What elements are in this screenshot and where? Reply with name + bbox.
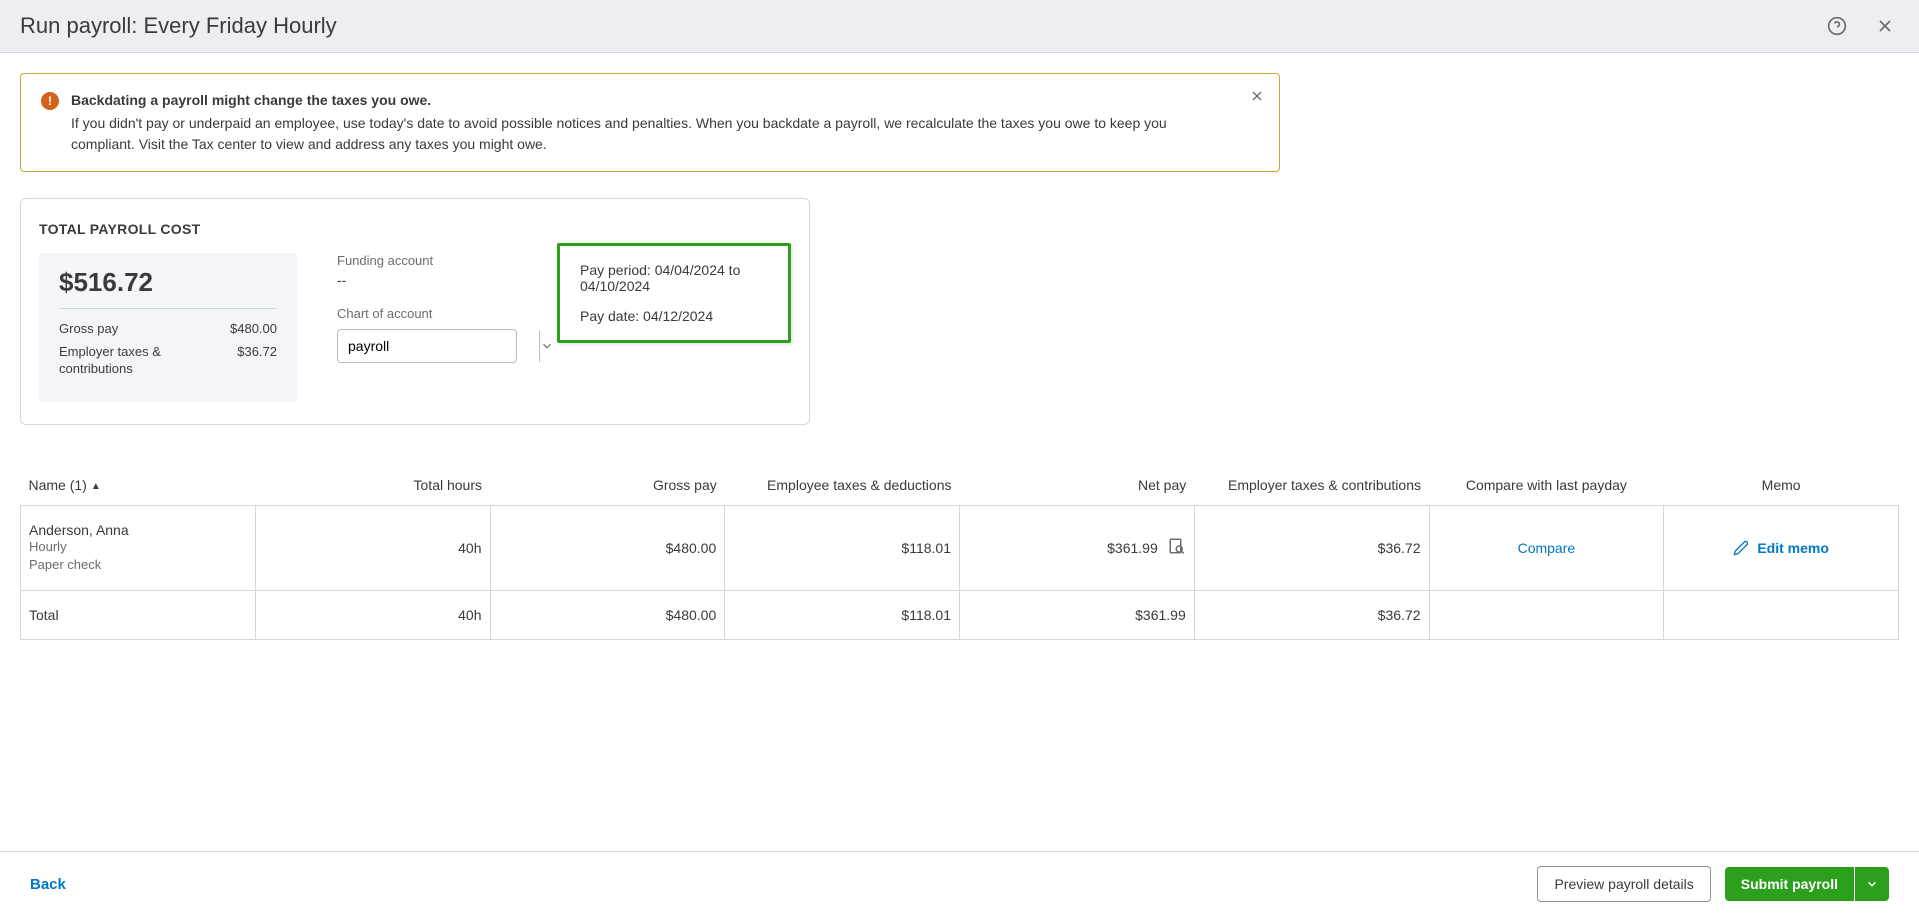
main-content: ! Backdating a payroll might change the … <box>0 53 1919 660</box>
pay-date-label: Pay date: <box>580 308 643 324</box>
close-button[interactable] <box>1871 12 1899 40</box>
header-actions <box>1823 12 1899 40</box>
chevron-down-icon[interactable] <box>539 330 554 362</box>
payroll-table: Name (1)▲ Total hours Gross pay Employee… <box>20 465 1899 640</box>
col-memo[interactable]: Memo <box>1664 465 1899 506</box>
submit-dropdown-button[interactable] <box>1854 867 1889 901</box>
close-icon <box>1249 88 1265 104</box>
footer: Back Preview payroll details Submit payr… <box>0 851 1919 916</box>
col-employer-taxes[interactable]: Employer taxes & contributions <box>1194 465 1429 506</box>
cell-net-pay: $361.99 <box>960 505 1195 590</box>
help-button[interactable] <box>1823 12 1851 40</box>
alert-icon: ! <box>41 92 59 110</box>
pencil-icon <box>1733 540 1749 556</box>
alert-title: Backdating a payroll might change the ta… <box>71 90 1229 111</box>
payroll-table-container: Name (1)▲ Total hours Gross pay Employee… <box>20 465 1899 640</box>
funding-account-value: -- <box>337 272 517 288</box>
chart-of-account-input[interactable] <box>338 338 539 354</box>
chevron-down-icon <box>1865 877 1879 891</box>
sort-asc-icon: ▲ <box>91 481 101 492</box>
compare-link[interactable]: Compare <box>1438 540 1656 556</box>
col-net-pay[interactable]: Net pay <box>960 465 1195 506</box>
view-details-icon[interactable] <box>1168 537 1186 558</box>
pay-period-label: Pay period: <box>580 262 655 278</box>
back-link[interactable]: Back <box>30 876 66 893</box>
cell-emp-taxes: $118.01 <box>725 505 960 590</box>
col-gross-pay[interactable]: Gross pay <box>490 465 725 506</box>
edit-memo-button[interactable]: Edit memo <box>1672 540 1890 556</box>
chart-of-account-label: Chart of account <box>337 306 517 321</box>
pay-date-value: 04/12/2024 <box>643 308 713 324</box>
col-compare[interactable]: Compare with last payday <box>1429 465 1664 506</box>
backdating-alert: ! Backdating a payroll might change the … <box>20 73 1280 172</box>
pay-period-highlight: Pay period: 04/04/2024 to 04/10/2024 Pay… <box>557 243 791 343</box>
employer-tax-label: Employer taxes & contributions <box>59 344 189 378</box>
close-icon <box>1875 16 1895 36</box>
cost-box: $516.72 Gross pay $480.00 Employer taxes… <box>39 253 297 402</box>
alert-body: If you didn't pay or underpaid an employ… <box>71 113 1229 155</box>
totals-net-pay: $361.99 <box>960 591 1195 640</box>
page-header: Run payroll: Every Friday Hourly <box>0 0 1919 53</box>
chart-of-account-select[interactable] <box>337 329 517 363</box>
gross-pay-value: $480.00 <box>230 321 277 338</box>
employee-name: Anderson, Anna <box>29 522 247 538</box>
cell-gross-pay: $480.00 <box>490 505 725 590</box>
submit-button[interactable]: Submit payroll <box>1725 867 1854 901</box>
page-title: Run payroll: Every Friday Hourly <box>20 13 337 39</box>
alert-content: Backdating a payroll might change the ta… <box>71 90 1259 155</box>
totals-emp-taxes: $118.01 <box>725 591 960 640</box>
alert-close-button[interactable] <box>1249 88 1265 109</box>
table-row: Anderson, Anna Hourly Paper check 40h $4… <box>21 505 1899 590</box>
cell-total-hours: 40h <box>255 505 490 590</box>
summary-title: TOTAL PAYROLL COST <box>39 221 297 237</box>
col-emp-taxes[interactable]: Employee taxes & deductions <box>725 465 960 506</box>
preview-button[interactable]: Preview payroll details <box>1537 866 1710 902</box>
help-icon <box>1827 16 1847 36</box>
totals-label: Total <box>21 591 256 640</box>
employee-method: Paper check <box>29 556 247 574</box>
col-name[interactable]: Name (1)▲ <box>21 465 256 506</box>
totals-row: Total 40h $480.00 $118.01 $361.99 $36.72 <box>21 591 1899 640</box>
employer-tax-value: $36.72 <box>237 344 277 378</box>
totals-gross-pay: $480.00 <box>490 591 725 640</box>
cost-total: $516.72 <box>59 267 277 309</box>
col-total-hours[interactable]: Total hours <box>255 465 490 506</box>
employee-type: Hourly <box>29 538 247 556</box>
summary-card: TOTAL PAYROLL COST $516.72 Gross pay $48… <box>20 198 810 425</box>
totals-employer-taxes: $36.72 <box>1194 591 1429 640</box>
cell-employer-taxes: $36.72 <box>1194 505 1429 590</box>
funding-account-label: Funding account <box>337 253 517 268</box>
gross-pay-label: Gross pay <box>59 321 118 338</box>
totals-hours: 40h <box>255 591 490 640</box>
